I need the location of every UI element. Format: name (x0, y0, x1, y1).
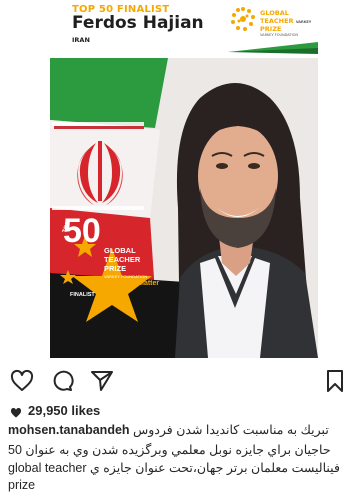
overlay-finalist: FINALIST (70, 292, 95, 298)
caption-username[interactable]: mohsen.tanabandeh (8, 423, 130, 437)
photo-illustration (50, 58, 318, 358)
caption-line-4: prize (8, 478, 36, 492)
caption-line-1: mohsen.tanabandeh تبريك به مناسبت كانديد… (8, 422, 329, 437)
overlay-fifty: 50 (63, 212, 101, 250)
finalist-name: Ferdos Hajian (72, 13, 204, 33)
overlay-hashtag: #TeachersMatter (104, 280, 160, 287)
logo-teacher: TEACHER VARKEY (260, 17, 312, 25)
post-image-banner: TOP 50 FINALIST Ferdos Hajian IRAN GLOBA… (50, 0, 318, 58)
logo-prize: PRIZE (260, 25, 282, 33)
logo-global: GLOBAL (260, 9, 289, 17)
post-action-bar (0, 365, 357, 395)
overlay-teacher: TEACHER (104, 255, 141, 264)
overlay-foundation: VARKEY FOUNDATION (104, 274, 148, 279)
bookmark-icon[interactable] (323, 369, 347, 393)
logo-foundation: VARKEY FOUNDATION (260, 33, 299, 37)
comment-bubble-icon[interactable] (50, 369, 74, 393)
paper-plane-icon[interactable] (90, 369, 114, 393)
likes-heart-icon (10, 407, 22, 418)
finalist-country: IRAN (72, 36, 90, 44)
banner-swoosh (228, 42, 318, 54)
likes-count[interactable]: 29,950 likes (28, 403, 100, 418)
global-teacher-prize-logo: GLOBAL TEACHER VARKEY PRIZE VARKEY FOUND… (230, 6, 318, 37)
heart-outline-icon[interactable] (10, 369, 34, 393)
post-photo[interactable] (50, 58, 318, 358)
overlay-global: GLOBAL (104, 246, 136, 255)
prize-dots-icon (231, 7, 255, 31)
caption-line-3: فيناليست معلمان برتر جهان،تحت عنوان جايز… (8, 461, 340, 475)
caption-text-1: تبريك به مناسبت كانديدا شدن فردوس (133, 423, 329, 437)
overlay-prize: PRIZE (104, 264, 127, 273)
caption-line-2: حاجيان براي جايزه نوبل معلمي وبرگزيده شد… (8, 443, 331, 457)
